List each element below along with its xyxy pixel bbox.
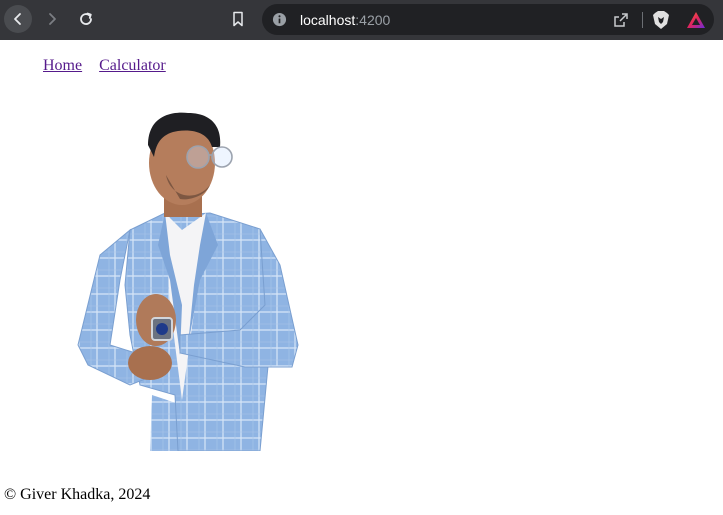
forward-button[interactable] [38,5,66,33]
toolbar-separator [642,12,643,28]
nav-link-home[interactable]: Home [43,57,82,74]
footer-copyright: © Giver Khadka, 2024 [4,486,151,503]
brave-shields-icon[interactable] [652,10,670,30]
back-button[interactable] [4,5,32,33]
portrait-photo [77,112,299,451]
address-bar[interactable]: localhost:4200 [262,4,714,35]
bookmark-icon [233,11,243,27]
brave-rewards-icon[interactable] [686,11,706,29]
site-nav: Home Calculator [43,57,179,75]
url-port: :4200 [355,12,391,28]
bookmark-button[interactable] [224,5,252,33]
site-info-icon[interactable] [272,12,287,27]
chevron-right-icon [49,13,56,25]
browser-toolbar: localhost:4200 [0,0,723,40]
share-icon[interactable] [612,11,630,29]
nav-link-calculator[interactable]: Calculator [99,57,166,74]
url-text[interactable]: localhost:4200 [300,12,390,28]
url-host: localhost [300,12,356,28]
reload-button[interactable] [72,5,100,33]
reload-icon [80,12,92,25]
chevron-left-icon [14,13,21,25]
